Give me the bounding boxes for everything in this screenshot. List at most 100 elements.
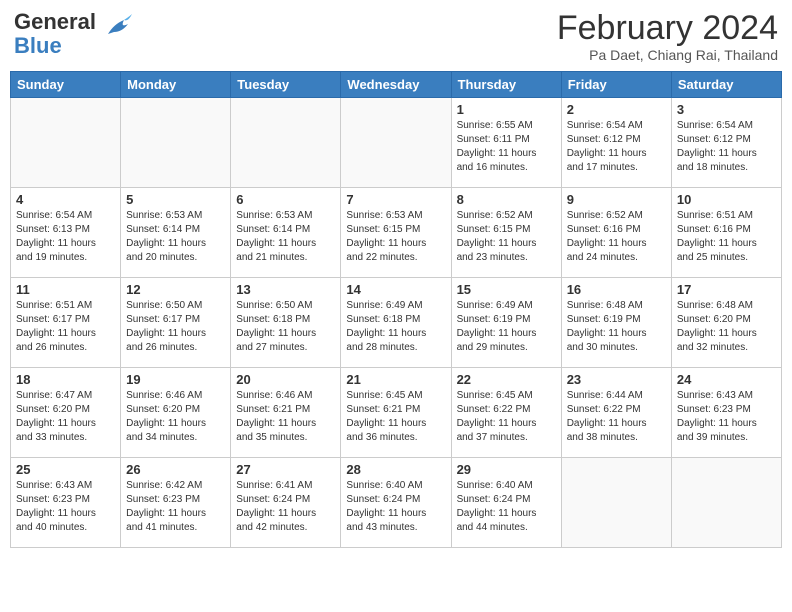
- day-cell: 10 Sunrise: 6:51 AM Sunset: 6:16 PM Dayli…: [671, 188, 781, 278]
- day-info: Sunrise: 6:53 AM Sunset: 6:15 PM Dayligh…: [346, 209, 445, 265]
- day-cell: 13 Sunrise: 6:50 AM Sunset: 6:18 PM Dayli…: [231, 278, 341, 368]
- day-cell: 23 Sunrise: 6:44 AM Sunset: 6:22 PM Dayli…: [561, 368, 671, 458]
- day-number: 14: [346, 282, 445, 297]
- day-cell: [671, 458, 781, 548]
- day-info: Sunrise: 6:54 AM Sunset: 6:12 PM Dayligh…: [567, 119, 666, 175]
- week-row-4: 18 Sunrise: 6:47 AM Sunset: 6:20 PM Dayli…: [11, 368, 782, 458]
- day-number: 2: [567, 102, 666, 117]
- day-info: Sunrise: 6:53 AM Sunset: 6:14 PM Dayligh…: [126, 209, 225, 265]
- day-info: Sunrise: 6:48 AM Sunset: 6:20 PM Dayligh…: [677, 299, 776, 355]
- day-number: 24: [677, 372, 776, 387]
- header-monday: Monday: [121, 72, 231, 98]
- day-cell: [11, 98, 121, 188]
- day-cell: 6Sunrise: 6:53 AM Sunset: 6:14 PM Daylig…: [231, 188, 341, 278]
- day-number: 17: [677, 282, 776, 297]
- day-cell: 11Sunrise: 6:51 AM Sunset: 6:17 PM Dayli…: [11, 278, 121, 368]
- header-tuesday: Tuesday: [231, 72, 341, 98]
- day-info: Sunrise: 6:46 AM Sunset: 6:20 PM Dayligh…: [126, 389, 225, 445]
- day-number: 5: [126, 192, 225, 207]
- day-cell: [561, 458, 671, 548]
- day-info: Sunrise: 6:49 AM Sunset: 6:19 PM Dayligh…: [457, 299, 556, 355]
- day-cell: 15 Sunrise: 6:49 AM Sunset: 6:19 PM Dayli…: [451, 278, 561, 368]
- day-cell: 12 Sunrise: 6:50 AM Sunset: 6:17 PM Dayli…: [121, 278, 231, 368]
- calendar-table: Sunday Monday Tuesday Wednesday Thursday…: [10, 71, 782, 548]
- day-info: Sunrise: 6:44 AM Sunset: 6:22 PM Dayligh…: [567, 389, 666, 445]
- day-cell: 29Sunrise: 6:40 AM Sunset: 6:24 PM Dayli…: [451, 458, 561, 548]
- day-info: Sunrise: 6:50 AM Sunset: 6:18 PM Dayligh…: [236, 299, 335, 355]
- day-cell: [121, 98, 231, 188]
- week-row-5: 25Sunrise: 6:43 AM Sunset: 6:23 PM Dayli…: [11, 458, 782, 548]
- day-cell: [231, 98, 341, 188]
- day-number: 1: [457, 102, 556, 117]
- day-cell: 17 Sunrise: 6:48 AM Sunset: 6:20 PM Dayli…: [671, 278, 781, 368]
- header-wednesday: Wednesday: [341, 72, 451, 98]
- day-cell: 20 Sunrise: 6:46 AM Sunset: 6:21 PM Dayli…: [231, 368, 341, 458]
- day-cell: [341, 98, 451, 188]
- day-cell: 27 Sunrise: 6:41 AM Sunset: 6:24 PM Dayli…: [231, 458, 341, 548]
- day-number: 9: [567, 192, 666, 207]
- week-row-1: 1 Sunrise: 6:55 AM Sunset: 6:11 PM Daylig…: [11, 98, 782, 188]
- day-number: 19: [126, 372, 225, 387]
- day-number: 8: [457, 192, 556, 207]
- day-number: 26: [126, 462, 225, 477]
- calendar-title: February 2024: [557, 10, 778, 47]
- day-cell: 2 Sunrise: 6:54 AM Sunset: 6:12 PM Daylig…: [561, 98, 671, 188]
- calendar-header-row: Sunday Monday Tuesday Wednesday Thursday…: [11, 72, 782, 98]
- day-info: Sunrise: 6:49 AM Sunset: 6:18 PM Dayligh…: [346, 299, 445, 355]
- week-row-3: 11Sunrise: 6:51 AM Sunset: 6:17 PM Dayli…: [11, 278, 782, 368]
- header-saturday: Saturday: [671, 72, 781, 98]
- logo-blue: Blue: [14, 34, 96, 58]
- day-number: 11: [16, 282, 115, 297]
- calendar-title-area: February 2024 Pa Daet, Chiang Rai, Thail…: [557, 10, 778, 63]
- day-cell: 9 Sunrise: 6:52 AM Sunset: 6:16 PM Daylig…: [561, 188, 671, 278]
- day-cell: 5 Sunrise: 6:53 AM Sunset: 6:14 PM Daylig…: [121, 188, 231, 278]
- day-number: 7: [346, 192, 445, 207]
- day-cell: 26 Sunrise: 6:42 AM Sunset: 6:23 PM Dayli…: [121, 458, 231, 548]
- day-cell: 19 Sunrise: 6:46 AM Sunset: 6:20 PM Dayli…: [121, 368, 231, 458]
- day-info: Sunrise: 6:52 AM Sunset: 6:16 PM Dayligh…: [567, 209, 666, 265]
- day-cell: 1 Sunrise: 6:55 AM Sunset: 6:11 PM Daylig…: [451, 98, 561, 188]
- header-friday: Friday: [561, 72, 671, 98]
- day-cell: 4 Sunrise: 6:54 AM Sunset: 6:13 PM Daylig…: [11, 188, 121, 278]
- day-info: Sunrise: 6:54 AM Sunset: 6:13 PM Dayligh…: [16, 209, 115, 265]
- day-info: Sunrise: 6:45 AM Sunset: 6:22 PM Dayligh…: [457, 389, 556, 445]
- day-info: Sunrise: 6:42 AM Sunset: 6:23 PM Dayligh…: [126, 479, 225, 535]
- day-number: 13: [236, 282, 335, 297]
- day-cell: 3Sunrise: 6:54 AM Sunset: 6:12 PM Daylig…: [671, 98, 781, 188]
- day-cell: 22 Sunrise: 6:45 AM Sunset: 6:22 PM Dayli…: [451, 368, 561, 458]
- day-number: 10: [677, 192, 776, 207]
- logo-bird-icon: [100, 14, 132, 42]
- day-info: Sunrise: 6:51 AM Sunset: 6:16 PM Dayligh…: [677, 209, 776, 265]
- header-sunday: Sunday: [11, 72, 121, 98]
- day-number: 22: [457, 372, 556, 387]
- day-number: 28: [346, 462, 445, 477]
- day-info: Sunrise: 6:47 AM Sunset: 6:20 PM Dayligh…: [16, 389, 115, 445]
- logo: General Blue: [14, 10, 132, 58]
- calendar-subtitle: Pa Daet, Chiang Rai, Thailand: [557, 47, 778, 63]
- day-cell: 7 Sunrise: 6:53 AM Sunset: 6:15 PM Daylig…: [341, 188, 451, 278]
- day-info: Sunrise: 6:43 AM Sunset: 6:23 PM Dayligh…: [16, 479, 115, 535]
- day-info: Sunrise: 6:46 AM Sunset: 6:21 PM Dayligh…: [236, 389, 335, 445]
- day-number: 4: [16, 192, 115, 207]
- day-number: 20: [236, 372, 335, 387]
- day-cell: 8Sunrise: 6:52 AM Sunset: 6:15 PM Daylig…: [451, 188, 561, 278]
- header-thursday: Thursday: [451, 72, 561, 98]
- day-info: Sunrise: 6:55 AM Sunset: 6:11 PM Dayligh…: [457, 119, 556, 175]
- logo-general: General: [14, 9, 96, 34]
- day-cell: 16Sunrise: 6:48 AM Sunset: 6:19 PM Dayli…: [561, 278, 671, 368]
- day-info: Sunrise: 6:50 AM Sunset: 6:17 PM Dayligh…: [126, 299, 225, 355]
- day-number: 15: [457, 282, 556, 297]
- day-cell: 14 Sunrise: 6:49 AM Sunset: 6:18 PM Dayli…: [341, 278, 451, 368]
- day-info: Sunrise: 6:48 AM Sunset: 6:19 PM Dayligh…: [567, 299, 666, 355]
- day-info: Sunrise: 6:40 AM Sunset: 6:24 PM Dayligh…: [346, 479, 445, 535]
- day-cell: 28 Sunrise: 6:40 AM Sunset: 6:24 PM Dayli…: [341, 458, 451, 548]
- day-info: Sunrise: 6:41 AM Sunset: 6:24 PM Dayligh…: [236, 479, 335, 535]
- day-number: 27: [236, 462, 335, 477]
- day-number: 18: [16, 372, 115, 387]
- day-cell: 21Sunrise: 6:45 AM Sunset: 6:21 PM Dayli…: [341, 368, 451, 458]
- page-header: General Blue February 2024 Pa Daet, Chia…: [10, 10, 782, 63]
- day-number: 12: [126, 282, 225, 297]
- day-info: Sunrise: 6:40 AM Sunset: 6:24 PM Dayligh…: [457, 479, 556, 535]
- day-number: 23: [567, 372, 666, 387]
- day-info: Sunrise: 6:43 AM Sunset: 6:23 PM Dayligh…: [677, 389, 776, 445]
